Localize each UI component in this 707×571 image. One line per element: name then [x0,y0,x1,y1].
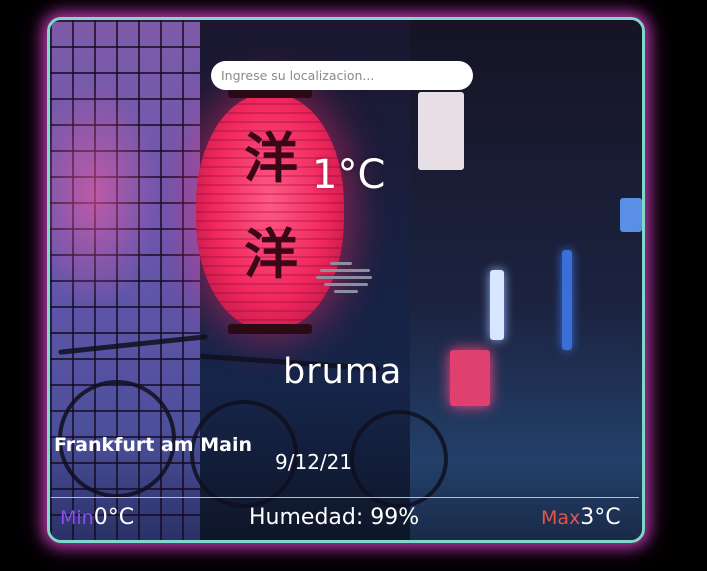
weather-condition: bruma [283,352,403,392]
background-sign [562,250,572,350]
lantern-base [228,324,312,334]
min-value: 0°C [93,505,135,530]
background-sign [450,350,490,406]
max-value: 3°C [580,505,621,530]
background-sign [418,92,464,170]
background-sign [490,270,504,340]
bicycle-wheel [350,410,448,508]
lantern-character: 洋 [244,126,298,190]
mist-icon [316,262,374,293]
current-temperature: 1°C [312,152,386,198]
lantern-character: 洋 [244,222,298,286]
max-temperature: Max3°C [541,505,621,530]
min-temperature: Min0°C [60,505,134,530]
current-date: 9/12/21 [275,450,353,474]
background-glow [50,80,160,310]
humidity: Humedad: 99% [249,505,420,530]
background-sign [620,198,642,232]
max-label: Max [541,507,581,529]
min-label: Min [60,507,94,529]
location-search-input[interactable] [211,61,473,90]
city-name: Frankfurt am Main [54,434,252,456]
divider [51,497,639,498]
